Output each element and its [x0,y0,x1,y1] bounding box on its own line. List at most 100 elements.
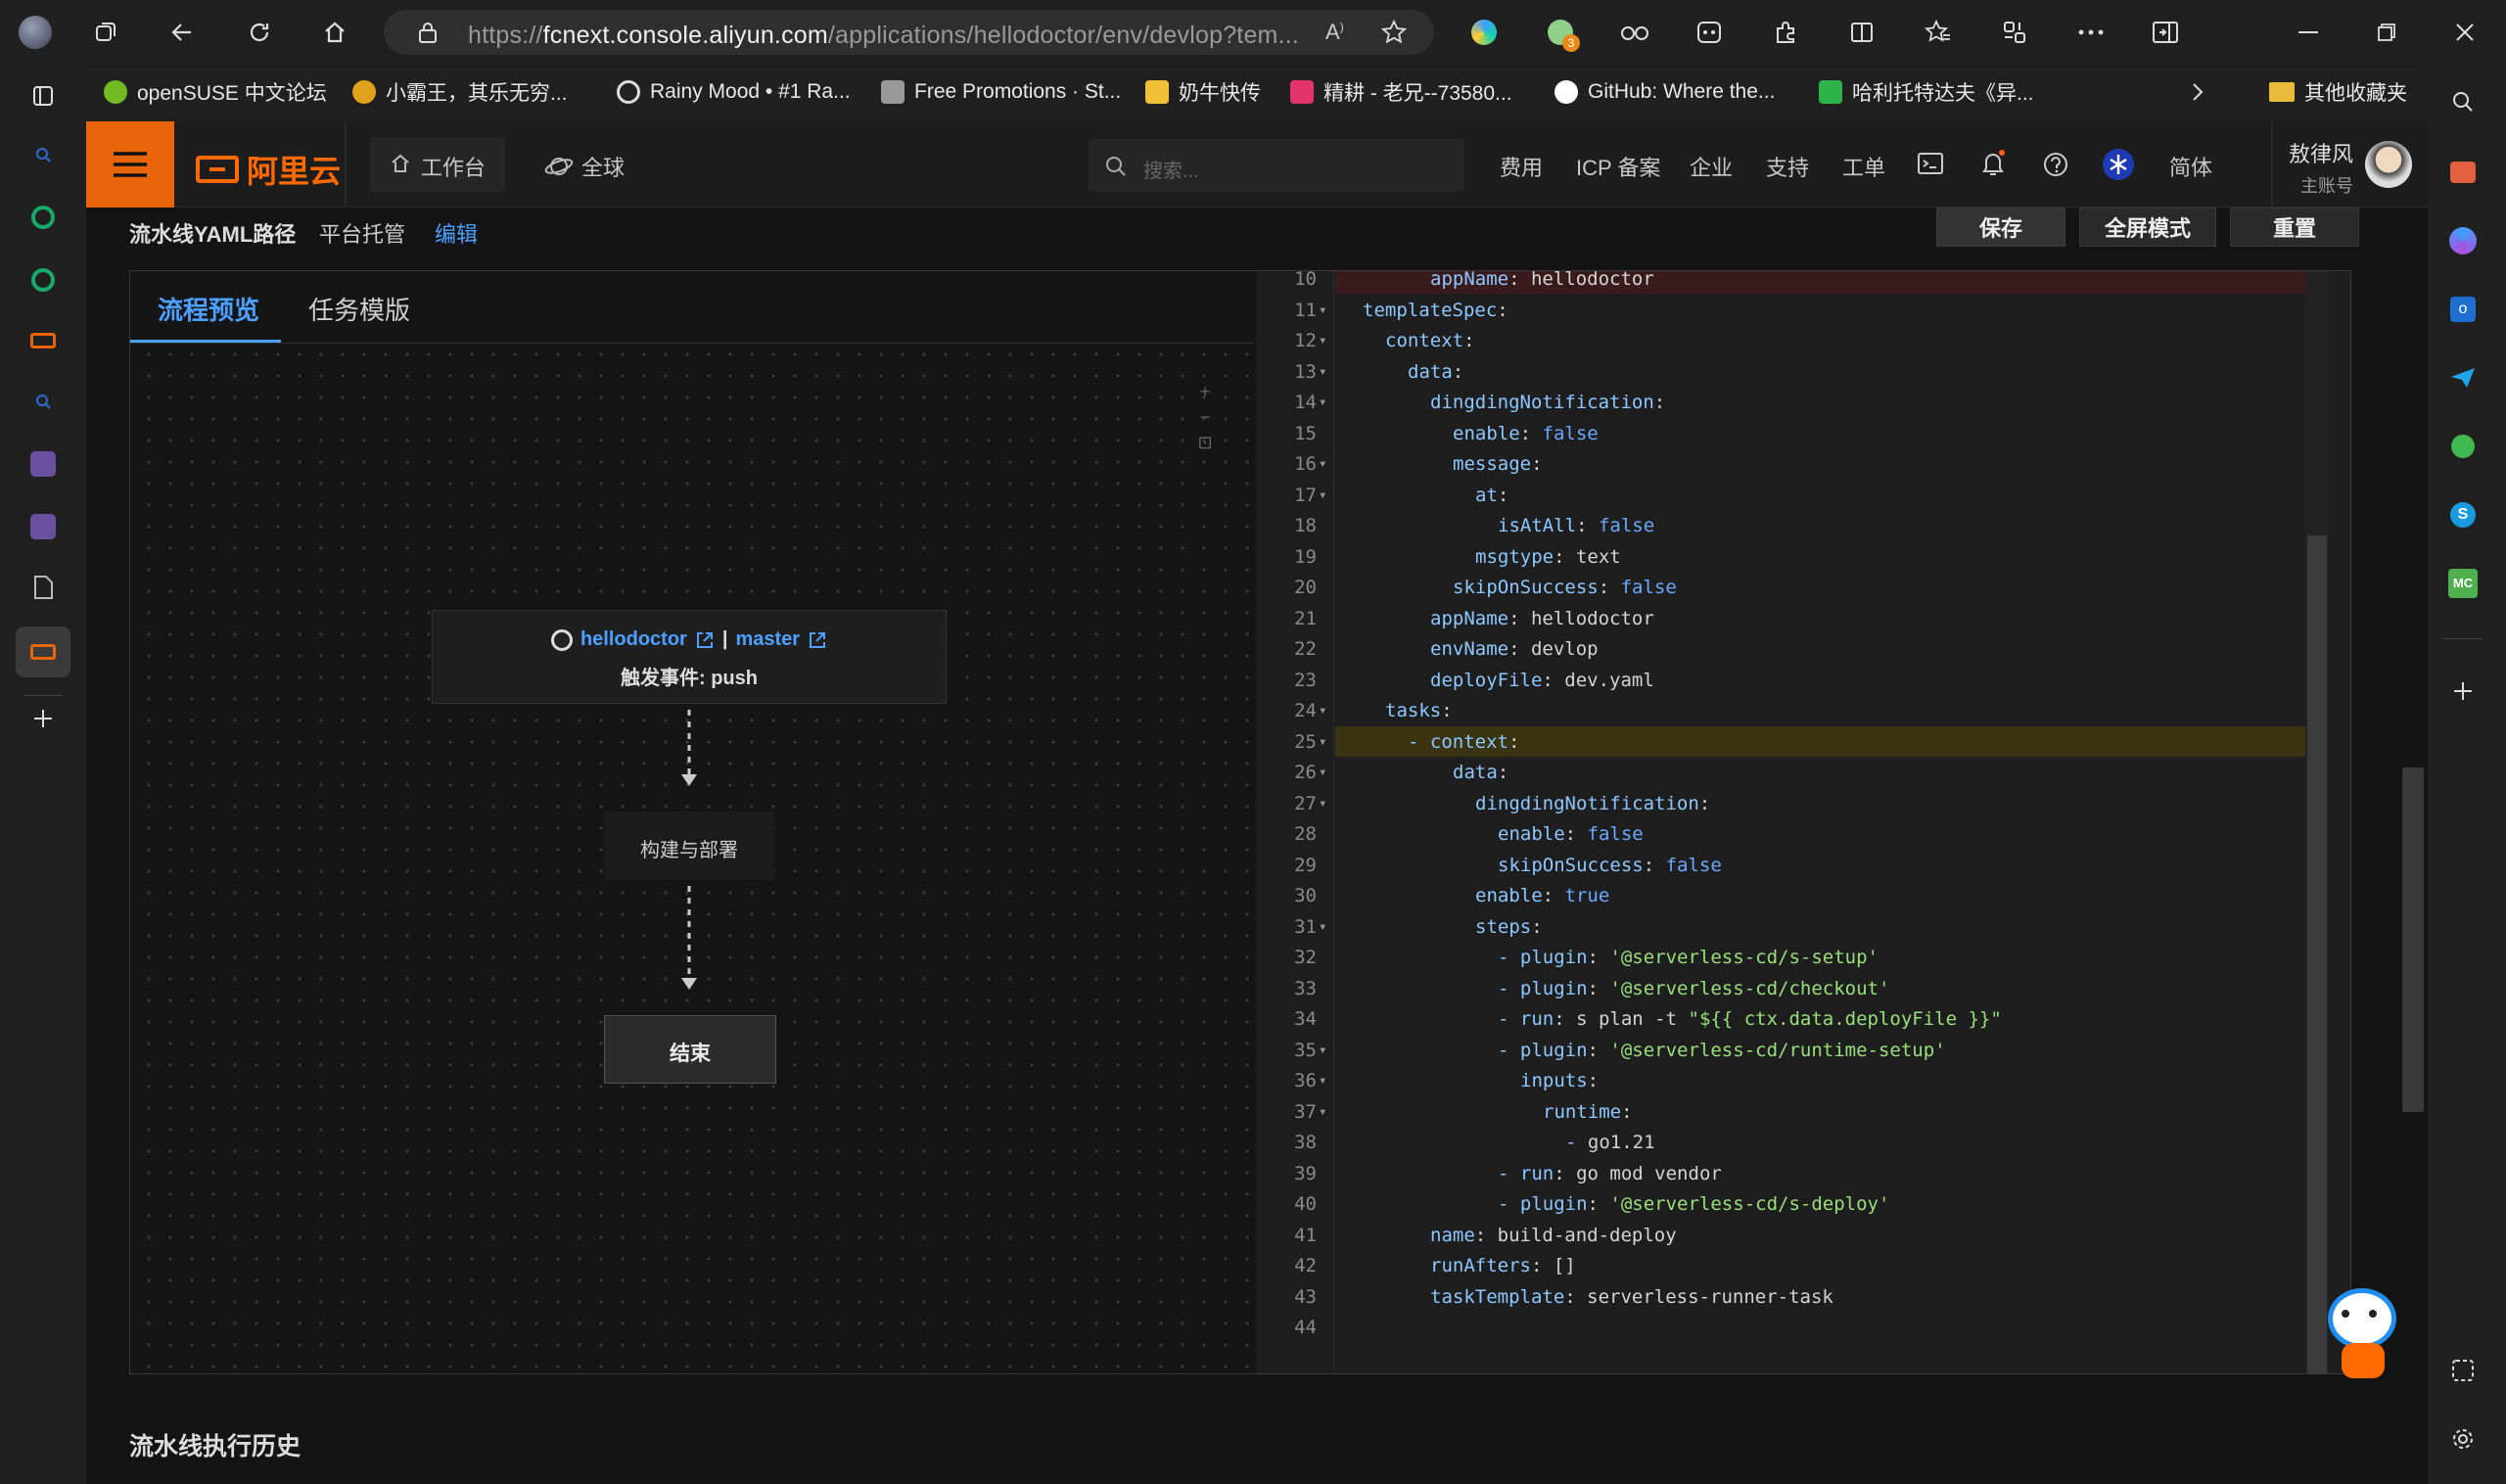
restore-icon[interactable] [2367,13,2406,52]
tab-flow-preview[interactable]: 流程预览 [158,291,259,327]
tab-document-favicon-icon[interactable] [23,568,63,607]
nav-billing[interactable]: 费用 [1500,151,1543,182]
bookmarks-overflow-chevron-icon[interactable] [2191,76,2204,108]
menu-hamburger-icon[interactable] [86,121,174,208]
bookmark-item[interactable]: 精耕 - 老兄--73580... [1290,76,1512,108]
screenshot-icon[interactable] [2443,1351,2483,1390]
back-icon[interactable] [162,13,202,52]
bookmark-item[interactable]: 哈利托特达夫《异... [1819,76,2034,108]
bookmarks-bar: openSUSE 中文论坛 小霸王，其乐无穷... Rainy Mood • #… [86,69,2436,117]
reset-button[interactable]: 重置 [2230,208,2359,247]
sidebar-shopping-icon[interactable] [2443,153,2483,192]
hosting-value: 平台托管 [319,222,406,247]
tab-aliyun-active-favicon-icon[interactable] [16,626,70,677]
home-icon[interactable] [315,13,354,52]
sidebar-search-icon[interactable] [2443,82,2483,121]
extensions-puzzle-icon[interactable] [1766,13,1805,52]
more-menu-icon[interactable] [2071,13,2111,52]
tab-actions-icon[interactable] [23,76,63,116]
glasses-extension-icon[interactable] [1615,13,1654,52]
split-screen-icon[interactable] [1842,13,1881,52]
sidebar-skype-icon[interactable]: S [2443,495,2483,534]
build-deploy-node[interactable]: 构建与部署 [604,812,774,880]
nav-icp[interactable]: ICP 备案 [1576,151,1660,182]
bookmark-item[interactable]: 小霸王，其乐无穷... [352,76,568,108]
pipeline-editor-panel: 流程预览 任务模版 + − ⊡ hellodoctor | master 触发事… [129,270,2351,1374]
external-link-icon[interactable] [695,630,715,650]
language-selector[interactable]: 简体 [2169,151,2212,182]
page-scrollbar-thumb[interactable] [2402,767,2424,1112]
tab-aliyun-favicon-icon[interactable] [23,321,63,360]
repo-link[interactable]: hellodoctor [580,628,687,651]
yaml-code-editor[interactable]: 10 11 ▾ 12 ▾ 13 ▾ 14 ▾ 15 16 ▾ 17 ▾ 18 19 20 21 22 23 24 ▾ 25 ▾… [1256,271,2350,1373]
url-text[interactable]: https://fcnext.console.aliyun.com/applic… [468,22,1299,50]
new-tab-plus-icon[interactable] [23,699,63,738]
console-search-input[interactable]: 搜索... [1089,139,1464,192]
flow-preview-canvas[interactable]: 流程预览 任务模版 + − ⊡ hellodoctor | master 触发事… [130,271,1254,1373]
close-window-icon[interactable] [2445,13,2484,52]
nav-support[interactable]: 支持 [1766,151,1809,182]
save-button[interactable]: 保存 [1936,208,2065,247]
tab-purple-favicon-icon[interactable] [23,444,63,484]
bookmark-item[interactable]: openSUSE 中文论坛 [104,76,327,108]
region-selector[interactable]: 全球 [544,151,625,182]
zoom-in-button[interactable]: + [1191,379,1219,404]
cloud-shell-icon[interactable] [1917,151,1944,176]
sidebar-add-icon[interactable] [2443,672,2483,711]
browser-titlebar: https://fcnext.console.aliyun.com/applic… [0,0,2506,65]
yaml-path-label: 流水线YAML路径 [129,222,297,247]
workbench-button[interactable]: 工作台 [370,137,505,192]
refresh-icon[interactable] [240,13,279,52]
nav-ticket[interactable]: 工单 [1842,151,1885,182]
zoom-out-button[interactable]: − [1191,404,1219,430]
edit-link[interactable]: 编辑 [435,217,478,249]
sidebar-send-icon[interactable] [2443,358,2483,397]
bookmark-label: 小霸王，其乐无穷... [386,82,568,105]
tab-purple-favicon-icon[interactable] [23,507,63,546]
edge-extension-icon[interactable] [1464,13,1504,52]
tab-green-favicon-icon[interactable] [23,260,63,300]
tab-green-favicon-icon[interactable] [23,198,63,237]
bookmark-item[interactable]: Free Promotions · St... [881,76,1121,108]
external-link-icon[interactable] [808,630,827,650]
sidebar-toggle-icon[interactable] [2146,13,2185,52]
sidebar-settings-gear-icon[interactable] [2443,1419,2483,1459]
favorite-star-icon[interactable] [1380,19,1408,46]
sidebar-tree-icon[interactable] [2443,427,2483,466]
lock-icon[interactable] [417,21,439,44]
fullscreen-button[interactable]: 全屏模式 [2079,208,2216,247]
sidebar-outlook-icon[interactable]: o [2443,290,2483,329]
address-bar[interactable]: https://fcnext.console.aliyun.com/applic… [384,10,1434,55]
code-line: enable: false [1453,422,1599,444]
nav-enterprise[interactable]: 企业 [1690,151,1733,182]
profile-avatar[interactable] [16,13,55,52]
minimize-icon[interactable] [2289,13,2328,52]
bookmark-item[interactable]: Rainy Mood • #1 Ra... [617,76,851,108]
sidebar-copilot-icon[interactable] [2443,221,2483,260]
ghost-extension-icon[interactable] [1690,13,1729,52]
end-node[interactable]: 结束 [604,1015,776,1084]
help-icon[interactable] [2042,151,2069,178]
fit-view-button[interactable]: ⊡ [1191,430,1219,455]
bookmark-item[interactable]: 奶牛快传 [1145,76,1261,108]
user-info[interactable]: 敖律风 主账号 [2287,137,2353,198]
sidebar-minecraft-icon[interactable]: MC [2443,564,2483,603]
bookmark-item[interactable]: GitHub: Where the... [1555,76,1775,108]
tab-search-favicon-icon[interactable] [23,135,63,174]
branch-link[interactable]: master [735,628,800,651]
read-aloud-icon[interactable]: A) [1325,20,1344,45]
trigger-node[interactable]: hellodoctor | master 触发事件: push [432,610,947,704]
notification-bell-icon[interactable] [1979,149,2007,178]
editor-scrollbar-thumb[interactable] [2307,535,2327,1373]
tab-task-template[interactable]: 任务模版 [308,291,410,327]
aliyun-logo[interactable]: 阿里云 [196,147,341,192]
tab-search-favicon-icon[interactable] [23,382,63,421]
assistant-mascot-icon[interactable] [2320,1288,2404,1382]
ai-assistant-icon[interactable] [2103,149,2134,180]
workspaces-icon[interactable] [86,13,125,52]
collections-icon[interactable] [1995,13,2034,52]
favorites-icon[interactable] [1919,13,1958,52]
extension-badge-icon[interactable]: 3 [1541,13,1580,52]
other-bookmarks-folder[interactable]: 其他收藏夹 [2269,76,2407,108]
avatar[interactable] [2365,141,2412,188]
